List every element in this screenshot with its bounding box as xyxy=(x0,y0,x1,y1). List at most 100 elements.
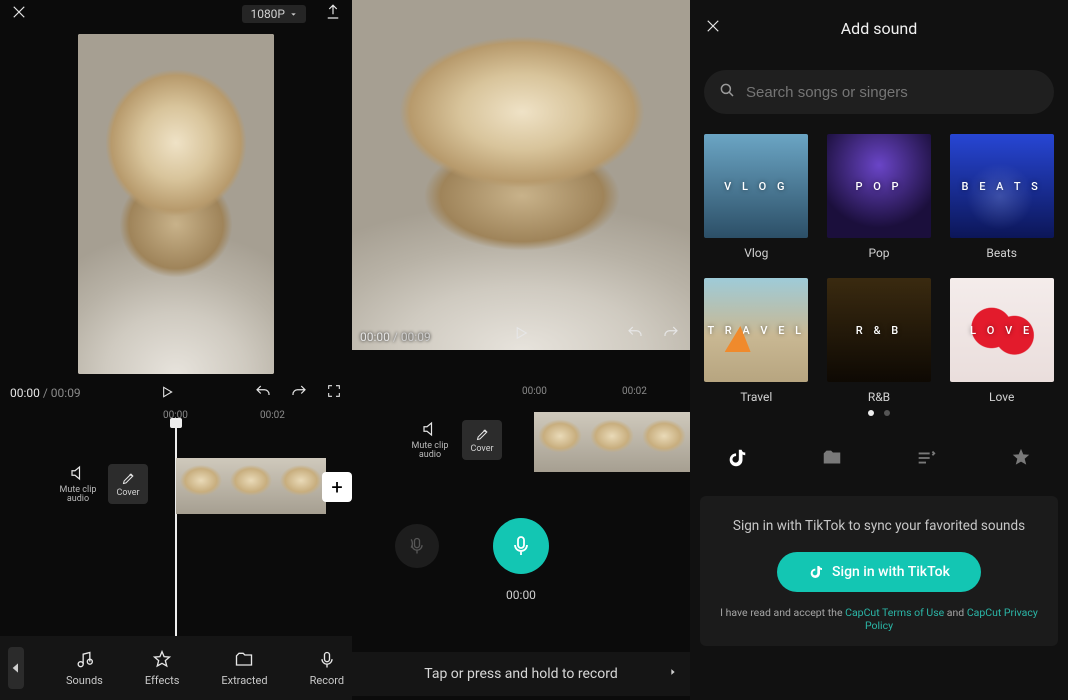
category-thumb: R & B xyxy=(827,278,931,382)
signin-tiktok-button[interactable]: Sign in with TikTok xyxy=(777,552,981,592)
mute-clip-button[interactable]: Mute clip audio xyxy=(408,420,452,461)
category-overlay-text: R & B xyxy=(856,324,902,337)
preview-area[interactable]: 00:00 / 00:09 xyxy=(352,0,690,350)
export-icon[interactable] xyxy=(324,3,342,25)
record-panel: 00:00 / 00:09 00:00 00:02 Mute clip audi… xyxy=(352,0,690,700)
category-r&b[interactable]: R & B R&B xyxy=(827,278,932,404)
sound-source-tabs xyxy=(690,430,1068,490)
category-overlay-text: L O V E xyxy=(970,324,1033,337)
cover-button[interactable]: Cover xyxy=(462,420,502,460)
undo-icon[interactable] xyxy=(626,324,644,346)
record-hint-bar[interactable]: Tap or press and hold to record xyxy=(352,652,690,696)
search-input[interactable] xyxy=(704,70,1054,114)
timeline-track[interactable]: Mute clip audio Cover xyxy=(352,402,690,498)
mute-clip-button[interactable]: Mute clip audio xyxy=(56,464,100,505)
legal-text: I have read and accept the CapCut Terms … xyxy=(714,606,1044,632)
tab-extracted[interactable]: Extracted xyxy=(221,650,267,687)
category-label: Love xyxy=(989,390,1014,404)
category-overlay-text: T R A V E L xyxy=(708,324,806,337)
category-thumb: T R A V E L xyxy=(704,278,808,382)
redo-icon[interactable] xyxy=(662,324,680,346)
tab-tiktok[interactable] xyxy=(726,447,748,473)
ruler-tick: 00:02 xyxy=(260,410,285,421)
video-preview xyxy=(352,0,690,350)
video-clip[interactable] xyxy=(534,412,690,472)
ruler-tick: 00:00 xyxy=(522,386,547,397)
tab-label: Effects xyxy=(145,674,180,687)
signin-button-label: Sign in with TikTok xyxy=(832,564,950,580)
terms-link[interactable]: CapCut Terms of Use xyxy=(845,606,944,619)
mute-clip-label: Mute clip audio xyxy=(408,442,452,461)
tab-record[interactable]: Record xyxy=(310,650,344,687)
category-thumb: V L O G xyxy=(704,134,808,238)
record-controls xyxy=(352,506,690,586)
search-icon xyxy=(718,81,736,103)
close-icon[interactable] xyxy=(10,3,28,25)
category-overlay-text: V L O G xyxy=(724,180,788,193)
category-vlog[interactable]: V L O G Vlog xyxy=(704,134,809,260)
signin-prompt: Sign in with TikTok to sync your favorit… xyxy=(714,518,1044,534)
category-label: R&B xyxy=(868,390,890,404)
voice-effects-button[interactable] xyxy=(395,524,439,568)
cover-label: Cover xyxy=(470,444,493,454)
record-elapsed: 00:00 xyxy=(352,588,690,602)
editor-main-panel: 1080P 00:00 / 00:09 00:00 00:02 xyxy=(0,0,352,700)
preview-area[interactable] xyxy=(0,28,352,376)
timeline-track[interactable]: Mute clip audio Cover + xyxy=(0,424,352,624)
search-field[interactable] xyxy=(746,84,1040,101)
page-dot[interactable] xyxy=(868,410,874,416)
page-dot[interactable] xyxy=(884,410,890,416)
tab-playlist[interactable] xyxy=(915,447,937,473)
category-label: Vlog xyxy=(744,246,768,260)
category-thumb: B E A T S xyxy=(950,134,1054,238)
category-grid: V L O G Vlog P O P Pop B E A T S Beats T R A V… xyxy=(690,114,1068,408)
tiktok-signin-card: Sign in with TikTok to sync your favorit… xyxy=(700,496,1058,646)
cover-label: Cover xyxy=(116,488,139,498)
video-clip[interactable] xyxy=(176,458,326,514)
play-icon[interactable] xyxy=(159,384,175,403)
timeline-ruler[interactable]: 00:00 00:02 xyxy=(352,386,690,402)
add-clip-button[interactable]: + xyxy=(322,472,352,502)
tab-local[interactable] xyxy=(821,447,843,473)
chevron-right-icon xyxy=(668,665,678,683)
playhead-time: 00:00 xyxy=(10,386,40,400)
category-thumb: L O V E xyxy=(950,278,1054,382)
record-button[interactable] xyxy=(493,518,549,574)
category-thumb: P O P xyxy=(827,134,931,238)
tab-favorites[interactable] xyxy=(1010,447,1032,473)
mute-clip-label: Mute clip audio xyxy=(56,486,100,505)
page-title: Add sound xyxy=(690,19,1068,38)
bottom-tabbar: Sounds Effects Extracted Record xyxy=(0,636,352,700)
page-dots[interactable] xyxy=(690,410,1068,416)
tab-effects[interactable]: Effects xyxy=(145,650,180,687)
category-label: Travel xyxy=(740,390,772,404)
redo-icon[interactable] xyxy=(290,383,308,404)
tab-label: Sounds xyxy=(66,674,103,687)
category-beats[interactable]: B E A T S Beats xyxy=(949,134,1054,260)
category-label: Pop xyxy=(868,246,889,260)
sound-header: Add sound xyxy=(690,0,1068,56)
plus-icon: + xyxy=(331,475,342,499)
playback-bar: 00:00 / 00:09 xyxy=(0,376,352,410)
tab-label: Record xyxy=(310,674,344,687)
tab-label: Extracted xyxy=(221,674,267,687)
category-travel[interactable]: T R A V E L Travel xyxy=(704,278,809,404)
editor-topbar: 1080P xyxy=(0,0,352,28)
close-icon[interactable] xyxy=(704,17,722,39)
tab-sounds[interactable]: Sounds xyxy=(66,650,103,687)
cover-button[interactable]: Cover xyxy=(108,464,148,504)
play-icon[interactable] xyxy=(512,324,530,346)
back-button[interactable] xyxy=(8,647,24,689)
category-pop[interactable]: P O P Pop xyxy=(827,134,932,260)
category-love[interactable]: L O V E Love xyxy=(949,278,1054,404)
track-tools: Mute clip audio Cover xyxy=(352,420,502,461)
category-label: Beats xyxy=(986,246,1017,260)
record-hint-label: Tap or press and hold to record xyxy=(424,666,618,682)
undo-icon[interactable] xyxy=(254,383,272,404)
resolution-button[interactable]: 1080P xyxy=(242,5,306,23)
track-tools: Mute clip audio Cover xyxy=(0,464,148,505)
timeline-playhead[interactable] xyxy=(175,424,177,644)
ruler-tick: 00:02 xyxy=(622,386,647,397)
video-preview xyxy=(78,34,274,374)
fullscreen-icon[interactable] xyxy=(326,383,342,404)
